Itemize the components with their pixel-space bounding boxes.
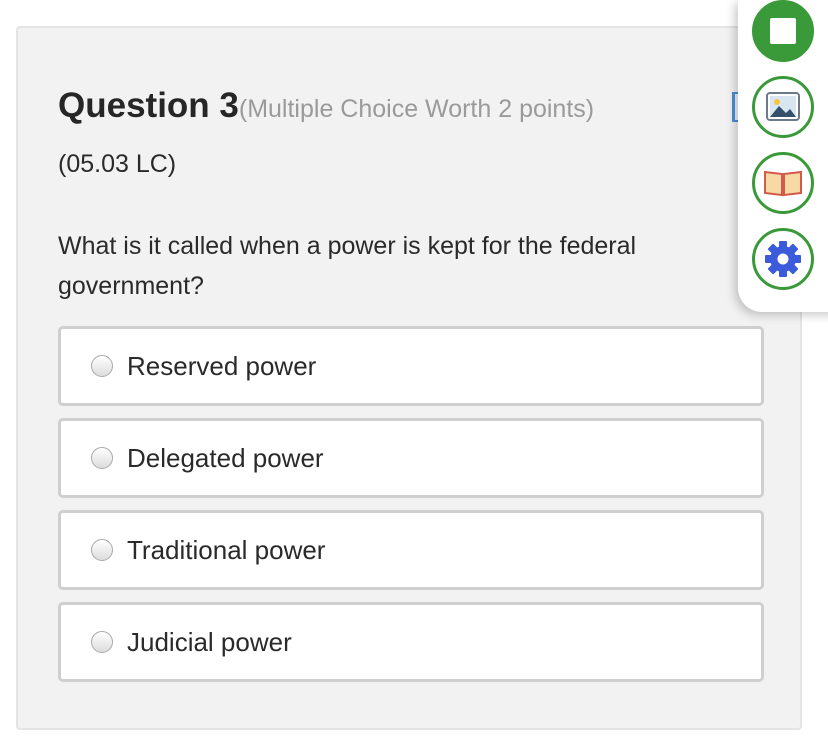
- answer-label: Delegated power: [127, 443, 324, 473]
- stop-icon: [770, 18, 796, 44]
- answer-option-delegated[interactable]: Delegated power: [58, 418, 764, 498]
- answer-option-reserved[interactable]: Reserved power: [58, 326, 764, 406]
- question-header: Question 3(Multiple Choice Worth 2 point…: [58, 86, 594, 126]
- image-icon: [766, 92, 800, 121]
- settings-button[interactable]: [752, 228, 814, 290]
- stop-button[interactable]: [752, 0, 814, 62]
- question-title: Question 3: [58, 86, 239, 125]
- book-icon: [764, 170, 802, 197]
- radio-button[interactable]: [91, 447, 113, 469]
- question-worth: (Multiple Choice Worth 2 points): [238, 95, 595, 123]
- settings-gear-icon: [765, 241, 801, 277]
- question-text: What is it called when a power is kept f…: [58, 232, 637, 300]
- answer-label: Judicial power: [127, 627, 292, 657]
- answer-option-judicial[interactable]: Judicial power: [58, 602, 764, 682]
- question-code: (05.03 LC): [58, 150, 177, 178]
- radio-button[interactable]: [91, 539, 113, 561]
- image-button[interactable]: [752, 76, 814, 138]
- book-button[interactable]: [752, 152, 814, 214]
- question-card: Question 3(Multiple Choice Worth 2 point…: [16, 26, 802, 730]
- side-toolbar: [738, 0, 828, 312]
- answer-label: Traditional power: [127, 535, 326, 565]
- radio-button[interactable]: [91, 355, 113, 377]
- answer-options: Reserved power Delegated power Tradition…: [58, 326, 764, 694]
- answer-label: Reserved power: [127, 351, 317, 381]
- radio-button[interactable]: [91, 631, 113, 653]
- answer-option-traditional[interactable]: Traditional power: [58, 510, 764, 590]
